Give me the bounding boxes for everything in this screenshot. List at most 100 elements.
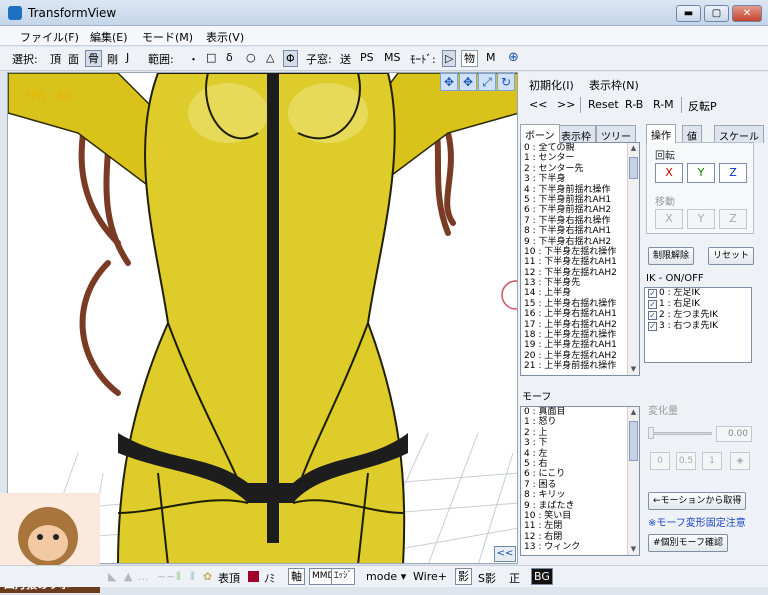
morph-list-row[interactable]: 9 : まばたき bbox=[521, 501, 639, 511]
morph-list-row[interactable]: 2 : 上 bbox=[521, 428, 639, 438]
bone-list-row[interactable]: 2 : センター先 bbox=[521, 164, 639, 174]
close-button[interactable]: ✕ bbox=[732, 5, 762, 22]
3d-viewport[interactable]: FPS : 60 ✥ ✥ ⤢ ↻ bbox=[7, 72, 518, 564]
rotate-view-icon[interactable]: ↻ bbox=[497, 73, 515, 91]
bone-list-row[interactable]: 7 : 下半身右揺れ操作 bbox=[521, 216, 639, 226]
menu-mode[interactable]: モード(M) bbox=[142, 29, 193, 45]
bone-list-row[interactable]: 11 : 下半身左揺れAH1 bbox=[521, 257, 639, 267]
tab-tree[interactable]: ツリー bbox=[596, 125, 636, 143]
bone-list-row[interactable]: 9 : 下半身右揺れAH2 bbox=[521, 237, 639, 247]
morph-list-row[interactable]: 3 : 下 bbox=[521, 438, 639, 448]
faint-icon-2[interactable]: ▲ bbox=[124, 570, 132, 583]
mode-play[interactable]: ▷ bbox=[442, 50, 457, 67]
move-y-button[interactable]: Y bbox=[687, 209, 715, 229]
range-point[interactable]: ・ bbox=[188, 51, 199, 67]
mode-dropdown[interactable]: mode ▾ bbox=[366, 570, 406, 583]
bone-list-row[interactable]: 21 : 上半身前揺れ操作 bbox=[521, 361, 639, 371]
collapse-panel-button[interactable]: << bbox=[494, 546, 516, 562]
bone-list[interactable]: 0 : 全ての親 1 : センター 2 : センター先 3 : 下半身 4 : 下半身前… bbox=[520, 142, 640, 376]
bone-list-row[interactable]: 8 : 下半身右揺れAH1 bbox=[521, 226, 639, 236]
tab-bone[interactable]: ボーン bbox=[520, 124, 560, 143]
move-x-button[interactable]: X bbox=[655, 209, 683, 229]
bone-list-row[interactable]: 20 : 上半身左揺れAH2 bbox=[521, 351, 639, 361]
move-z-button[interactable]: Z bbox=[719, 209, 747, 229]
globe-icon[interactable]: ⊕ bbox=[508, 50, 519, 65]
faint-icon-6[interactable]: ⦀ bbox=[190, 570, 195, 584]
morph-list-row[interactable]: 11 : 左閉 bbox=[521, 521, 639, 531]
bone-list-row[interactable]: 13 : 下半身先 bbox=[521, 278, 639, 288]
move-view-icon[interactable]: ✥ bbox=[440, 73, 458, 91]
range-rect[interactable]: □ bbox=[206, 51, 216, 64]
menu-file[interactable]: ファイル(F) bbox=[20, 29, 79, 45]
checkbox-icon[interactable]: ✓ bbox=[648, 311, 657, 320]
bg-toggle[interactable]: BG bbox=[531, 568, 553, 585]
morph-list-row[interactable]: 10 : 笑い目 bbox=[521, 511, 639, 521]
select-face[interactable]: 面 bbox=[68, 51, 79, 67]
pan-view-icon[interactable]: ✥ bbox=[459, 73, 477, 91]
limit-release-button[interactable]: 制限解除 bbox=[648, 247, 695, 265]
color-swatch[interactable] bbox=[248, 571, 259, 582]
maximize-button[interactable]: ▢ bbox=[704, 5, 729, 22]
faint-icon-1[interactable]: ◣ bbox=[108, 570, 116, 583]
select-vertex[interactable]: 頂 bbox=[50, 51, 61, 67]
wireframe-toggle[interactable]: Wire+ bbox=[413, 570, 447, 583]
subwin-ps[interactable]: PS bbox=[360, 51, 374, 64]
bone-list-scrollbar[interactable]: ▲ ▼ bbox=[627, 143, 639, 375]
bone-list-row[interactable]: 15 : 上半身右揺れ操作 bbox=[521, 299, 639, 309]
shadow-toggle[interactable]: 影 bbox=[455, 568, 472, 585]
status-nomi[interactable]: ﾉﾐ bbox=[264, 570, 275, 586]
zoom-view-icon[interactable]: ⤢ bbox=[478, 73, 496, 91]
rotate-z-button[interactable]: Z bbox=[719, 163, 747, 183]
status-vertex-face[interactable]: 表頂 bbox=[218, 570, 240, 586]
morph-list-row[interactable]: 8 : キリッ bbox=[521, 490, 639, 500]
morph-list-row[interactable]: 7 : 困る bbox=[521, 480, 639, 490]
mode-m[interactable]: M bbox=[486, 51, 496, 64]
subwin-send[interactable]: 送 bbox=[340, 51, 351, 67]
reset-button[interactable]: Reset bbox=[588, 98, 619, 111]
faint-icon-4[interactable]: ~~ bbox=[157, 570, 175, 583]
bone-list-row[interactable]: 19 : 上半身左揺れAH1 bbox=[521, 340, 639, 350]
morph-list-row[interactable]: 4 : 左 bbox=[521, 449, 639, 459]
morph-list-row[interactable]: 0 : 真面目 bbox=[521, 407, 639, 417]
select-bone[interactable]: 骨 bbox=[85, 50, 102, 67]
rm-button[interactable]: R-M bbox=[653, 98, 674, 111]
slider-thumb[interactable] bbox=[648, 427, 654, 439]
morph-list-row[interactable]: 12 : 右閉 bbox=[521, 532, 639, 542]
get-from-motion-button[interactable]: ←モーションから取得 bbox=[648, 492, 747, 510]
morph-list-row[interactable]: 6 : にこり bbox=[521, 469, 639, 479]
bone-list-row[interactable]: 16 : 上半身右揺れAH1 bbox=[521, 309, 639, 319]
minimize-button[interactable]: ▬ bbox=[676, 5, 701, 22]
faint-icon-7[interactable]: ✿ bbox=[203, 570, 212, 583]
bone-list-row[interactable]: 12 : 下半身左揺れAH2 bbox=[521, 268, 639, 278]
bone-list-row[interactable]: 18 : 上半身左揺れ操作 bbox=[521, 330, 639, 340]
change-value-field[interactable]: 0.00 bbox=[716, 426, 752, 442]
morph-list[interactable]: 0 : 真面目 1 : 怒り 2 : 上3 : 下4 : 左5 : 右6 : にこり… bbox=[520, 406, 640, 556]
preset-05-button[interactable]: 0.5 bbox=[676, 452, 696, 470]
ik-item[interactable]: ✓ 0 : 左足IK bbox=[645, 288, 751, 299]
bone-list-row[interactable]: 1 : センター bbox=[521, 153, 639, 163]
bone-list-row[interactable]: 4 : 下半身前揺れ操作 bbox=[521, 185, 639, 195]
rotate-y-button[interactable]: Y bbox=[687, 163, 715, 183]
checkbox-icon[interactable]: ✓ bbox=[648, 289, 657, 298]
checkbox-icon[interactable]: ✓ bbox=[648, 322, 657, 331]
preset-1-button[interactable]: 1 bbox=[702, 452, 722, 470]
menu-view[interactable]: 表示(V) bbox=[206, 29, 244, 45]
morph-list-scrollbar[interactable]: ▲ ▼ bbox=[627, 407, 639, 555]
individual-morph-button[interactable]: #個別モーフ確認 bbox=[648, 534, 729, 552]
display-frame-button[interactable]: 表示枠(N) bbox=[589, 77, 639, 93]
reset-pose-button[interactable]: リセット bbox=[708, 247, 755, 265]
rb-button[interactable]: R-B bbox=[625, 98, 643, 111]
change-amount-slider[interactable] bbox=[650, 432, 712, 435]
range-delta[interactable]: δ bbox=[226, 51, 233, 64]
edge-toggle[interactable]: ｴｯｼﾞ bbox=[331, 568, 356, 585]
faint-icon-3[interactable]: ... bbox=[138, 570, 149, 583]
mode-physics[interactable]: 物 bbox=[461, 50, 478, 67]
range-circle[interactable]: ○ bbox=[246, 51, 256, 64]
preset-0-button[interactable]: 0 bbox=[650, 452, 670, 470]
ik-item[interactable]: ✓ 3 : 右つま先IK bbox=[645, 321, 751, 332]
prev-bone-button[interactable]: << bbox=[529, 98, 547, 111]
ik-list[interactable]: ✓ 0 : 左足IK ✓ 1 : 右足IK ✓ 2 : 左つま先IK ✓ 3 : 右つま… bbox=[644, 287, 752, 363]
faint-icon-5[interactable]: ⦀ bbox=[176, 570, 181, 584]
select-joint[interactable]: J bbox=[126, 51, 129, 64]
rotate-x-button[interactable]: X bbox=[655, 163, 683, 183]
